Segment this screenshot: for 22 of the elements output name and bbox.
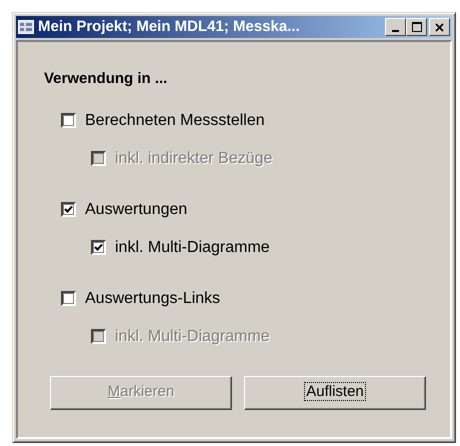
section-heading: Verwendung in ... xyxy=(44,69,168,89)
checkbox[interactable] xyxy=(61,113,76,128)
window-title: Mein Projekt; Mein MDL41; Messka... xyxy=(38,16,301,37)
checkbox-label: Auswertungen xyxy=(85,200,188,220)
checkbox[interactable] xyxy=(61,291,76,306)
minimize-icon xyxy=(392,30,399,32)
checkbox-label: Auswertungs-Links xyxy=(85,288,220,308)
checkbox-label: inkl. indirekter Bezüge xyxy=(115,148,272,168)
checkbox[interactable] xyxy=(61,202,76,217)
dialog-button[interactable]: Auflisten xyxy=(244,376,426,410)
checkbox-label: Berechneten Messstellen xyxy=(85,110,265,130)
checkbox-label: inkl. Multi-Diagramme xyxy=(115,238,270,258)
window-icon xyxy=(18,20,34,34)
check-icon xyxy=(94,243,103,252)
checkbox[interactable] xyxy=(91,240,106,255)
minimize-button[interactable] xyxy=(385,18,406,36)
check-icon xyxy=(64,205,73,214)
close-icon xyxy=(435,22,444,32)
maximize-icon xyxy=(412,22,422,32)
close-button[interactable] xyxy=(429,18,450,36)
checkbox-label: inkl. Multi-Diagramme xyxy=(115,326,270,346)
maximize-button[interactable] xyxy=(406,18,427,36)
